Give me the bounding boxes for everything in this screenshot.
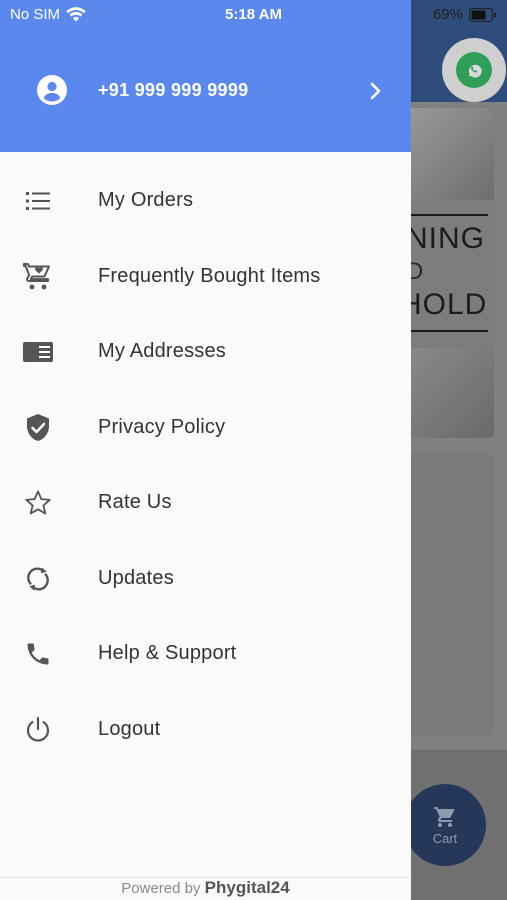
battery-percent: 69% — [432, 6, 463, 23]
banner-divider — [404, 214, 488, 216]
menu-item-label: Privacy Policy — [98, 415, 226, 438]
battery-icon — [469, 7, 496, 22]
shield-check-icon — [22, 413, 54, 442]
promo-banner[interactable]: NING D HOLD — [404, 108, 494, 438]
account-circle-icon — [37, 75, 67, 105]
star-outline-icon — [22, 489, 54, 517]
menu-item-label: Updates — [98, 566, 174, 589]
drawer-footer: Powered by Phygital24 — [0, 877, 411, 900]
power-icon — [22, 716, 54, 744]
account-phone: +91 999 999 9999 — [98, 80, 249, 100]
list-icon — [22, 187, 54, 215]
banner-image-top — [404, 108, 494, 200]
powered-by-text: Powered by — [121, 880, 205, 897]
banner-text: NING — [406, 222, 485, 255]
chevron-right-icon — [370, 82, 381, 100]
phone-icon — [22, 640, 54, 668]
menu-item-logout[interactable]: Logout — [0, 692, 411, 768]
menu-item-rate-us[interactable]: Rate Us — [0, 465, 411, 541]
cart-icon — [434, 806, 455, 827]
battery-group: 69% — [433, 6, 497, 23]
whatsapp-button[interactable] — [442, 38, 506, 102]
menu-item-privacy-policy[interactable]: Privacy Policy — [0, 390, 411, 466]
clock: 5:18 AM — [225, 6, 282, 23]
menu-item-my-addresses[interactable]: My Addresses — [0, 314, 411, 390]
refresh-icon — [22, 565, 54, 593]
menu-item-label: Logout — [98, 717, 161, 740]
content-card — [404, 453, 494, 737]
menu-item-label: Frequently Bought Items — [98, 264, 321, 287]
banner-image-bottom — [404, 348, 494, 438]
status-bar: No SIM 5:18 AM 69% — [0, 0, 507, 30]
menu-item-updates[interactable]: Updates — [0, 541, 411, 617]
cart-label: Cart — [432, 830, 458, 846]
menu-item-label: My Orders — [98, 189, 194, 211]
address-card-icon — [22, 338, 54, 366]
menu-item-help-support[interactable]: Help & Support — [0, 616, 411, 692]
menu-item-label: My Addresses — [98, 340, 227, 362]
brand-name: Phygital24 — [204, 878, 290, 897]
menu-item-my-orders[interactable]: My Orders — [0, 163, 411, 239]
cart-fab[interactable]: Cart — [404, 784, 486, 866]
menu-item-label: Help & Support — [98, 642, 237, 664]
banner-text: HOLD — [404, 288, 488, 321]
navigation-drawer: +91 999 999 9999 My Orders Frequently Bo… — [0, 0, 411, 900]
menu-item-frequently-bought[interactable]: Frequently Bought Items — [0, 239, 411, 315]
menu-item-label: Rate Us — [98, 491, 172, 513]
account-row[interactable]: +91 999 999 9999 — [0, 70, 411, 112]
cart-favorite-icon — [22, 262, 54, 291]
banner-divider — [404, 330, 488, 332]
whatsapp-icon — [456, 52, 492, 88]
drawer-menu: My Orders Frequently Bought Items My Add… — [0, 163, 411, 767]
